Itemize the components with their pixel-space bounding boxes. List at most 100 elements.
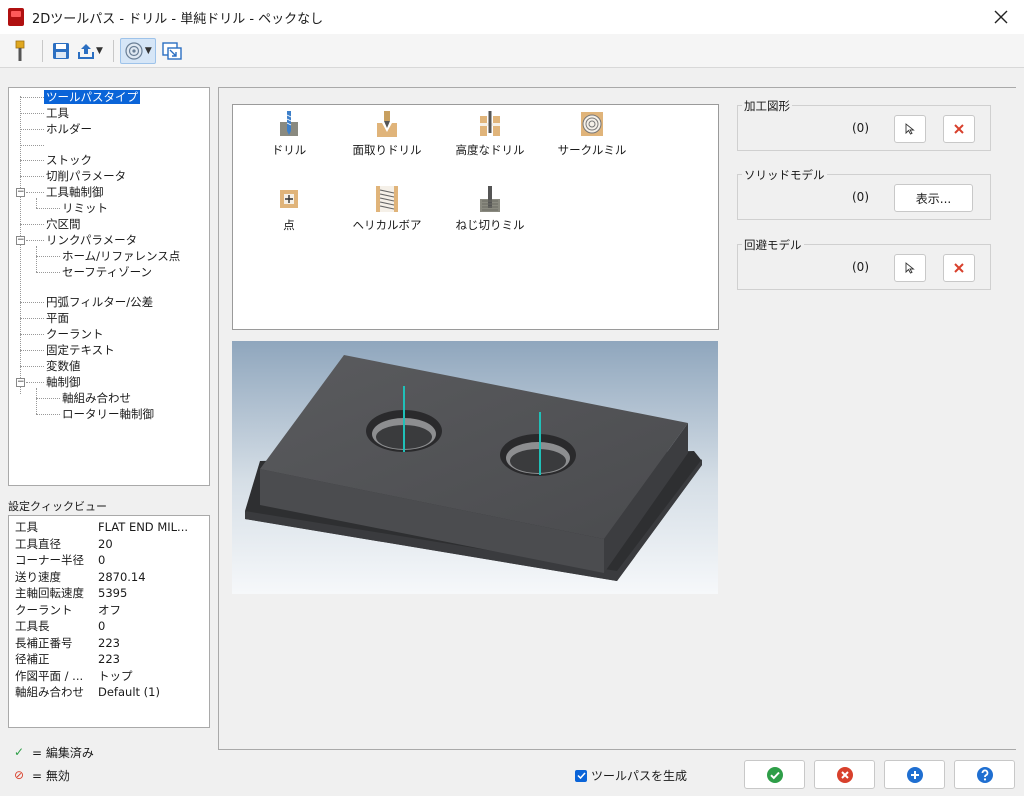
tree-item-label: 円弧フィルター/公差 <box>46 295 154 309</box>
tree-item-link-params[interactable]: リンクパラメータ <box>44 232 139 248</box>
tree-item-canned-text[interactable]: 固定テキスト <box>44 342 117 358</box>
machining-geometry-count: (0) <box>852 121 869 135</box>
tree-item-tool-axis-control[interactable]: 工具軸制御 <box>44 184 106 200</box>
quickview-value: トップ <box>98 668 133 683</box>
tool-button[interactable] <box>8 38 32 64</box>
avoid-model-title: 回避モデル <box>742 237 804 253</box>
quickview-row: 工具長 0 <box>9 618 209 635</box>
quickview-value: 20 <box>98 536 113 551</box>
quickview-row: 主軸回転速度 5395 <box>9 585 209 602</box>
solid-model-count: (0) <box>852 190 869 204</box>
tree-item-rotary-axis-control[interactable]: ロータリー軸制御 <box>60 406 156 422</box>
toolpath-type-point[interactable]: 点 <box>244 185 334 233</box>
toolpath-type-label: ドリル <box>271 143 307 157</box>
delete-icon <box>954 124 964 134</box>
quickview-value: 223 <box>98 652 120 666</box>
tree-item-axis-combination[interactable]: 軸組み合わせ <box>60 390 133 406</box>
tree-connector <box>36 246 37 272</box>
help-icon <box>976 766 993 783</box>
save-button[interactable] <box>49 38 73 64</box>
tree-item-label: ホルダー <box>46 122 92 136</box>
legend-edited-label: = 編集済み <box>32 745 94 760</box>
show-solid-button[interactable]: 表示... <box>894 184 973 212</box>
expand-dialog-button[interactable] <box>160 38 184 64</box>
tree-item-stock[interactable]: ストック <box>44 152 94 168</box>
apply-button[interactable] <box>884 760 945 789</box>
tree-item-label: 軸制御 <box>46 375 81 389</box>
quickview-row: コーナー半径 0 <box>9 552 209 569</box>
tree-item-toolpath-type[interactable]: ツールパスタイプ <box>44 89 140 105</box>
cursor-icon <box>905 262 915 274</box>
tree-connector <box>36 398 60 399</box>
helix-bore-icon <box>376 186 398 212</box>
tree-collapse-toggle[interactable]: − <box>16 378 25 387</box>
tree-item-coolant[interactable]: クーラント <box>44 326 106 342</box>
toolpath-type-advanced-drill[interactable]: 高度なドリル <box>445 110 535 158</box>
tree-connector <box>20 97 44 98</box>
tree-item-label: リンクパラメータ <box>46 233 138 247</box>
tree-item-hole-segments[interactable]: 穴区間 <box>44 216 83 232</box>
tree-item-cut-params[interactable]: 切削パラメータ <box>44 168 128 184</box>
clear-avoid-button[interactable] <box>943 254 975 282</box>
cancel-button[interactable] <box>814 760 875 789</box>
quickview-panel: 工具 FLAT END MIL... 工具直径 20 コーナー半径 0 送り速度 287… <box>8 515 210 728</box>
plus-icon <box>906 766 923 783</box>
tree-item-axis-control[interactable]: 軸制御 <box>44 374 83 390</box>
quickview-row: 工具直径 20 <box>9 536 209 553</box>
quickview-key: 長補正番号 <box>15 635 73 650</box>
toolpath-type-chamfer-drill[interactable]: 面取りドリル <box>342 110 432 158</box>
expand-dialog-icon <box>162 41 182 60</box>
tree-item-home-ref-point[interactable]: ホーム/リファレンス点 <box>60 248 182 264</box>
quickview-value: 5395 <box>98 586 128 600</box>
tree-item-label: ロータリー軸制御 <box>62 407 154 421</box>
checkmark-icon: ✓ <box>13 745 25 759</box>
quickview-value: 0 <box>98 553 106 567</box>
generate-toolpath-checkbox[interactable]: ツールパスを生成 <box>575 767 687 784</box>
tree-item-safety-zone[interactable]: セーフティゾーン <box>60 264 154 280</box>
tree-connector <box>36 198 37 208</box>
tree-item-arc-filter[interactable]: 円弧フィルター/公差 <box>44 294 155 310</box>
cancel-icon <box>836 766 853 783</box>
toolpath-type-thread-mill[interactable]: ねじ切りミル <box>445 185 535 233</box>
save-icon <box>53 42 69 59</box>
ok-button[interactable] <box>744 760 805 789</box>
chevron-down-icon: ▼ <box>144 45 152 56</box>
tree-collapse-toggle[interactable]: − <box>16 236 25 245</box>
export-button[interactable]: ▼ <box>77 38 103 64</box>
generate-toolpath-label: ツールパスを生成 <box>591 769 688 783</box>
tree-item-planes[interactable]: 平面 <box>44 310 71 326</box>
tree-connector <box>20 176 44 177</box>
toolpath-type-helix-bore[interactable]: ヘリカルボア <box>342 185 432 233</box>
tree-connector <box>20 160 44 161</box>
toolpath-type-circle-mill[interactable]: サークルミル <box>547 110 637 158</box>
toolpath-type-drill[interactable]: ドリル <box>244 110 334 158</box>
help-button[interactable] <box>954 760 1015 789</box>
quickview-value: 0 <box>98 619 106 633</box>
close-button[interactable] <box>986 4 1016 30</box>
toolpath-type-label: ヘリカルボア <box>352 218 422 232</box>
view-options-button[interactable]: ▼ <box>119 37 156 64</box>
tree-item-limits[interactable]: リミット <box>60 200 110 216</box>
quickview-key: 作図平面 / ... <box>15 668 84 683</box>
chevron-down-icon: ▼ <box>96 45 103 56</box>
select-avoid-button[interactable] <box>894 254 926 282</box>
tree-panel: − − − ツールパスタイプ 工具 ホルダー ストック 切削パラメータ 工具軸制… <box>8 87 210 486</box>
tree-connector <box>20 318 44 319</box>
tree-item-label: 軸組み合わせ <box>62 391 131 405</box>
quickview-key: 工具 <box>15 520 38 534</box>
quickview-key: 径補正 <box>15 652 50 666</box>
ok-icon <box>766 766 783 783</box>
tree-item-holder[interactable]: ホルダー <box>44 121 94 137</box>
tree-connector <box>26 240 44 241</box>
clear-geometry-button[interactable] <box>943 115 975 143</box>
delete-icon <box>954 263 964 273</box>
tree-connector <box>36 272 60 273</box>
tree-item-label: 切削パラメータ <box>46 169 127 183</box>
quickview-row: 径補正 223 <box>9 651 209 668</box>
tree-item-tool[interactable]: 工具 <box>44 105 71 121</box>
select-geometry-button[interactable] <box>894 115 926 143</box>
tree-collapse-toggle[interactable]: − <box>16 188 25 197</box>
checkbox-checked-icon <box>575 769 587 782</box>
tree-connector <box>36 388 37 414</box>
tree-item-misc-values[interactable]: 変数値 <box>44 358 83 374</box>
